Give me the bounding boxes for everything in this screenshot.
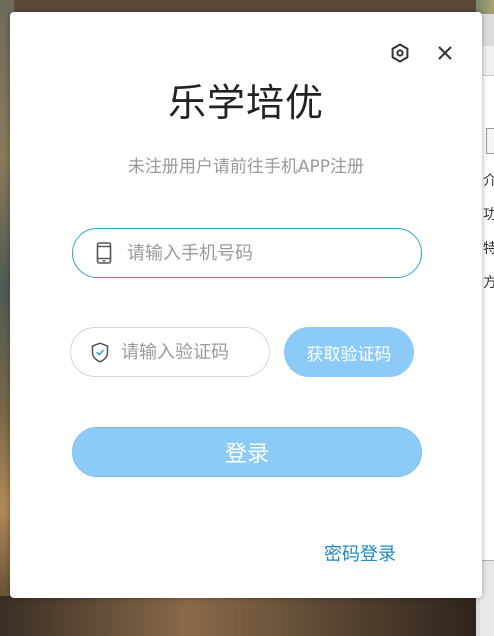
code-field[interactable]	[70, 327, 270, 377]
background-window-text: 特	[483, 241, 494, 257]
login-dialog: 乐学培优 未注册用户请前往手机APP注册 获取验证码 登录 密码登录	[10, 12, 482, 598]
settings-icon	[391, 43, 409, 63]
background-window-toolbar	[480, 46, 494, 76]
background-window-button	[486, 128, 494, 154]
background-window-statusbar	[480, 560, 494, 636]
code-input[interactable]	[121, 341, 261, 363]
close-button[interactable]	[432, 40, 458, 66]
close-icon	[438, 46, 452, 60]
phone-input[interactable]	[127, 242, 367, 264]
register-hint: 未注册用户请前往手机APP注册	[127, 157, 365, 177]
login-button[interactable]: 登录	[72, 427, 422, 477]
phone-field[interactable]	[72, 228, 422, 278]
background-scenery-bottom	[0, 596, 476, 636]
password-login-link[interactable]: 密码登录	[324, 540, 396, 566]
background-window-text: 功	[483, 207, 494, 223]
settings-button[interactable]	[387, 40, 413, 66]
background-window-text: 介	[483, 173, 494, 189]
background-window-panel	[480, 46, 494, 574]
shield-icon	[89, 341, 111, 363]
app-title: 乐学培优	[167, 81, 324, 125]
background-window-text: 方	[483, 275, 494, 291]
get-code-button[interactable]: 获取验证码	[284, 327, 414, 377]
phone-icon	[93, 242, 115, 264]
